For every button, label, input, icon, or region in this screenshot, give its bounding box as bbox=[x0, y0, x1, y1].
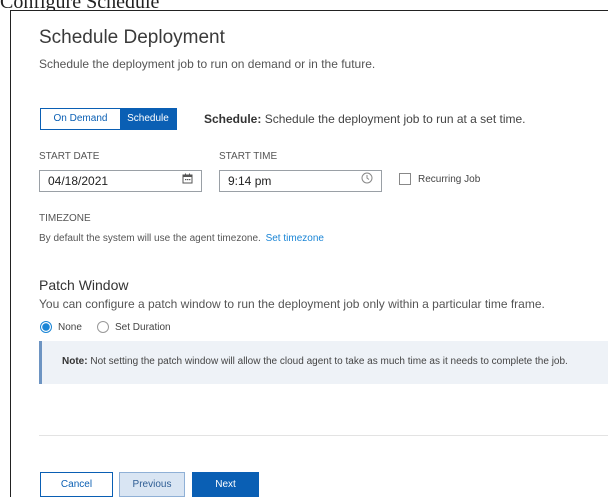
timezone-label: TIMEZONE bbox=[39, 213, 91, 224]
schedule-mode-desc-bold: Schedule: bbox=[204, 112, 262, 126]
recurring-job-label: Recurring Job bbox=[418, 174, 481, 185]
on-demand-button[interactable]: On Demand bbox=[41, 109, 120, 129]
schedule-mode-description: Schedule: Schedule the deployment job to… bbox=[204, 112, 526, 126]
schedule-mode-toggle: On Demand Schedule bbox=[40, 108, 177, 130]
patch-window-set-duration-label: Set Duration bbox=[115, 322, 171, 333]
note-body: Not setting the patch window will allow … bbox=[87, 356, 568, 367]
note-bold: Note: bbox=[62, 356, 88, 367]
note-text: Note: Not setting the patch window will … bbox=[62, 356, 568, 367]
clock-icon[interactable] bbox=[361, 171, 373, 191]
timezone-desc-text: By default the system will use the agent… bbox=[39, 233, 261, 244]
page-subtitle: Schedule the deployment job to run on de… bbox=[39, 57, 376, 71]
start-date-label: START DATE bbox=[39, 151, 100, 162]
cancel-button[interactable]: Cancel bbox=[40, 472, 113, 497]
patch-window-none-radio[interactable] bbox=[40, 321, 52, 333]
start-date-value: 04/18/2021 bbox=[48, 174, 109, 188]
patch-window-description: You can configure a patch window to run … bbox=[39, 297, 545, 311]
dialog-frame bbox=[10, 10, 608, 497]
start-time-label: START TIME bbox=[219, 151, 278, 162]
patch-window-none-label: None bbox=[58, 322, 82, 333]
start-time-field[interactable]: 9:14 pm bbox=[219, 170, 382, 192]
schedule-button[interactable]: Schedule bbox=[120, 109, 176, 129]
footer-divider bbox=[39, 435, 608, 436]
patch-window-set-duration-radio[interactable] bbox=[97, 321, 109, 333]
patch-window-title: Patch Window bbox=[39, 277, 129, 293]
patch-window-note: Note: Not setting the patch window will … bbox=[39, 341, 608, 384]
page-title: Schedule Deployment bbox=[39, 27, 225, 48]
timezone-description: By default the system will use the agent… bbox=[39, 233, 324, 244]
calendar-icon[interactable] bbox=[182, 171, 193, 191]
schedule-mode-desc-text: Schedule the deployment job to run at a … bbox=[261, 112, 526, 126]
recurring-job-checkbox[interactable] bbox=[399, 173, 411, 185]
set-timezone-link[interactable]: Set timezone bbox=[266, 233, 324, 244]
start-date-field[interactable]: 04/18/2021 bbox=[39, 170, 202, 192]
next-button[interactable]: Next bbox=[192, 472, 259, 497]
start-time-value: 9:14 pm bbox=[228, 174, 272, 188]
previous-button[interactable]: Previous bbox=[119, 472, 185, 497]
